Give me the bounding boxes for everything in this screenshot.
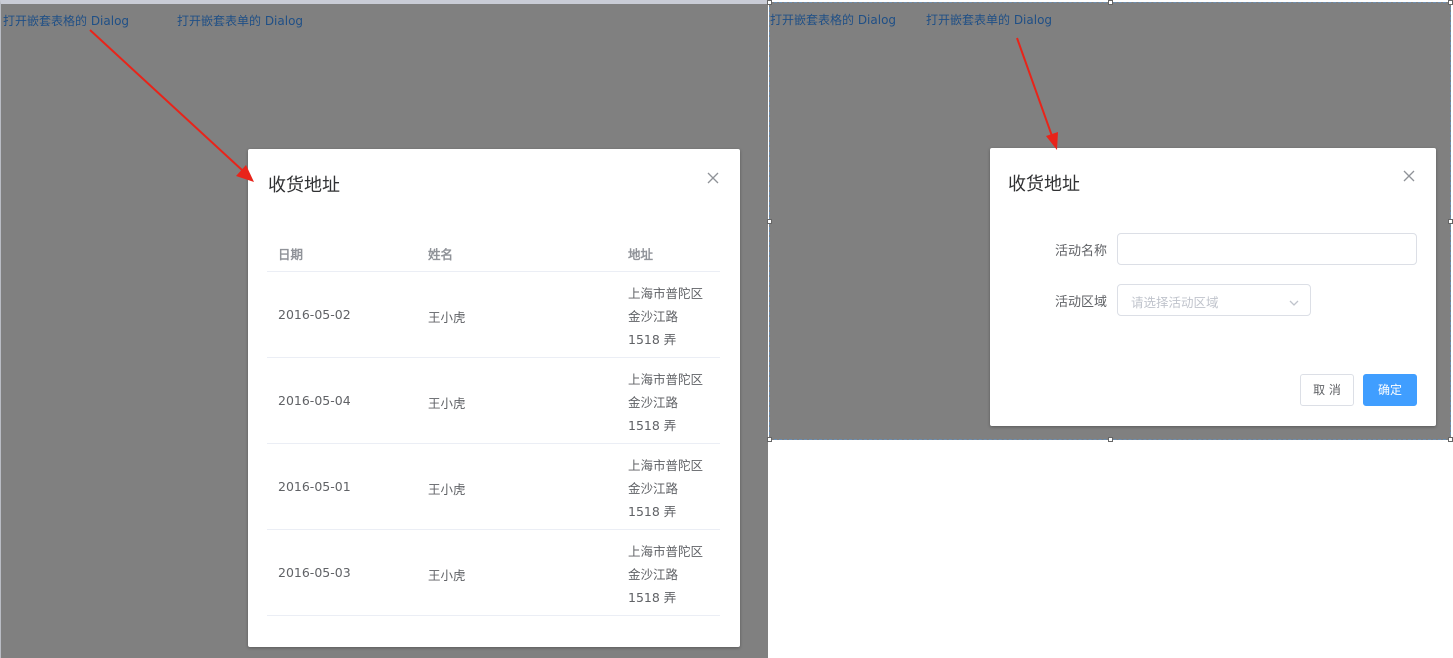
activity-region-select[interactable]: 请选择活动区域: [1117, 284, 1311, 316]
table-header: 日期 姓名 地址: [267, 232, 720, 272]
open-table-dialog-link[interactable]: 打开嵌套表格的 Dialog: [770, 11, 896, 28]
activity-name-label: 活动名称: [1054, 244, 1107, 259]
activity-region-label: 活动区域: [1054, 295, 1107, 310]
column-header-date: 日期: [278, 247, 304, 262]
selection-handle[interactable]: [1108, 0, 1113, 5]
table-dialog: 收货地址 日期 姓名 地址 2016-05-02 王小虎 上海市普陀区金沙江路 …: [248, 149, 740, 647]
open-form-dialog-link[interactable]: 打开嵌套表单的 Dialog: [926, 11, 1052, 28]
cell-address: 上海市普陀区金沙江路 1518 弄: [628, 372, 704, 433]
activity-name-input[interactable]: [1117, 233, 1417, 265]
left-screenshot-panel: 打开嵌套表格的 Dialog 打开嵌套表单的 Dialog 收货地址 日期 姓名…: [0, 0, 768, 658]
selection-handle[interactable]: [767, 219, 772, 224]
confirm-button[interactable]: 确定: [1363, 374, 1417, 406]
column-header-name: 姓名: [428, 247, 454, 262]
dialog-title: 收货地址: [1008, 174, 1080, 195]
close-icon[interactable]: [1402, 169, 1416, 183]
region-placeholder: 请选择活动区域: [1131, 295, 1219, 310]
cell-address: 上海市普陀区金沙江路 1518 弄: [628, 544, 704, 605]
selection-handle[interactable]: [1448, 0, 1453, 5]
cell-name: 王小虎: [428, 396, 466, 411]
cell-name: 王小虎: [428, 482, 466, 497]
selection-handle[interactable]: [1108, 437, 1113, 442]
open-form-dialog-link[interactable]: 打开嵌套表单的 Dialog: [177, 12, 303, 29]
selection-handle[interactable]: [1448, 437, 1453, 442]
cell-date: 2016-05-02: [278, 307, 351, 322]
dialog-title: 收货地址: [268, 175, 340, 196]
chevron-down-icon: [1288, 294, 1300, 313]
cell-name: 王小虎: [428, 310, 466, 325]
cell-date: 2016-05-03: [278, 565, 351, 580]
table-row: 2016-05-03 王小虎 上海市普陀区金沙江路 1518 弄: [267, 530, 720, 616]
open-table-dialog-link[interactable]: 打开嵌套表格的 Dialog: [3, 12, 129, 29]
cell-name: 王小虎: [428, 568, 466, 583]
address-table: 日期 姓名 地址 2016-05-02 王小虎 上海市普陀区金沙江路 1518 …: [267, 232, 720, 616]
cancel-button[interactable]: 取 消: [1300, 374, 1354, 406]
cell-address: 上海市普陀区金沙江路 1518 弄: [628, 286, 704, 347]
selection-handle[interactable]: [767, 437, 772, 442]
close-icon[interactable]: [706, 171, 720, 185]
table-row: 2016-05-02 王小虎 上海市普陀区金沙江路 1518 弄: [267, 272, 720, 358]
right-screenshot-panel: 打开嵌套表格的 Dialog 打开嵌套表单的 Dialog 收货地址 活动名称 …: [767, 0, 1453, 442]
selection-handle[interactable]: [767, 0, 772, 5]
cell-date: 2016-05-01: [278, 479, 351, 494]
cell-date: 2016-05-04: [278, 393, 351, 408]
form-dialog: 收货地址 活动名称 活动区域 请选择活动区域 取 消 确定: [990, 148, 1436, 426]
cell-address: 上海市普陀区金沙江路 1518 弄: [628, 458, 704, 519]
table-row: 2016-05-01 王小虎 上海市普陀区金沙江路 1518 弄: [267, 444, 720, 530]
table-row: 2016-05-04 王小虎 上海市普陀区金沙江路 1518 弄: [267, 358, 720, 444]
column-header-address: 地址: [628, 247, 654, 262]
selection-handle[interactable]: [1448, 219, 1453, 224]
